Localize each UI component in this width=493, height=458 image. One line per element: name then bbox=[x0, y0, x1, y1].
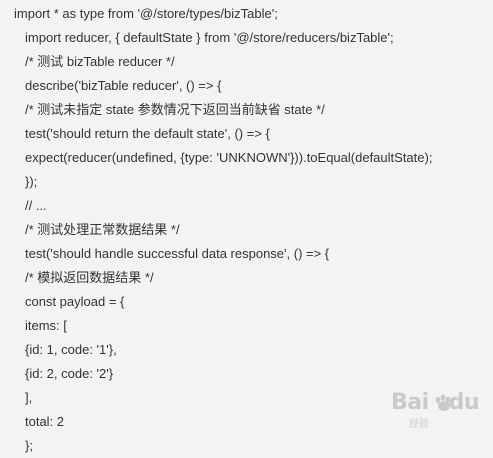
code-line-4: describe('bizTable reducer', () => { bbox=[25, 78, 222, 93]
code-line-9: // ... bbox=[25, 198, 47, 213]
code-screenshot: import * as type from '@/store/types/biz… bbox=[0, 0, 493, 455]
baidu-jingyan-watermark: Bai du 经验 bbox=[391, 389, 480, 433]
code-line-12: /* 模拟返回数据结果 */ bbox=[25, 270, 154, 285]
code-line-6: test('should return the default state', … bbox=[25, 126, 270, 141]
code-line-19: }; bbox=[25, 438, 33, 453]
code-line-2: import reducer, { defaultState } from '@… bbox=[25, 30, 394, 45]
code-line-11: test('should handle successful data resp… bbox=[25, 246, 330, 261]
code-line-10: /* 测试处理正常数据结果 */ bbox=[25, 222, 180, 237]
paw-icon bbox=[435, 394, 451, 411]
code-line-15: {id: 1, code: '1'}, bbox=[25, 342, 117, 357]
watermark-subtext: 经验 bbox=[409, 419, 429, 430]
code-line-5: /* 测试未指定 state 参数情况下返回当前缺省 state */ bbox=[25, 102, 325, 117]
code-line-1: import * as type from '@/store/types/biz… bbox=[14, 6, 278, 21]
code-line-14: items: [ bbox=[25, 318, 67, 333]
code-line-8: }); bbox=[25, 174, 38, 189]
code-line-13: const payload = { bbox=[25, 294, 125, 309]
code-line-3: /* 测试 bizTable reducer */ bbox=[25, 54, 175, 69]
code-line-7: expect(reducer(undefined, {type: 'UNKNOW… bbox=[25, 150, 433, 165]
code-line-16: {id: 2, code: '2'} bbox=[25, 366, 114, 381]
